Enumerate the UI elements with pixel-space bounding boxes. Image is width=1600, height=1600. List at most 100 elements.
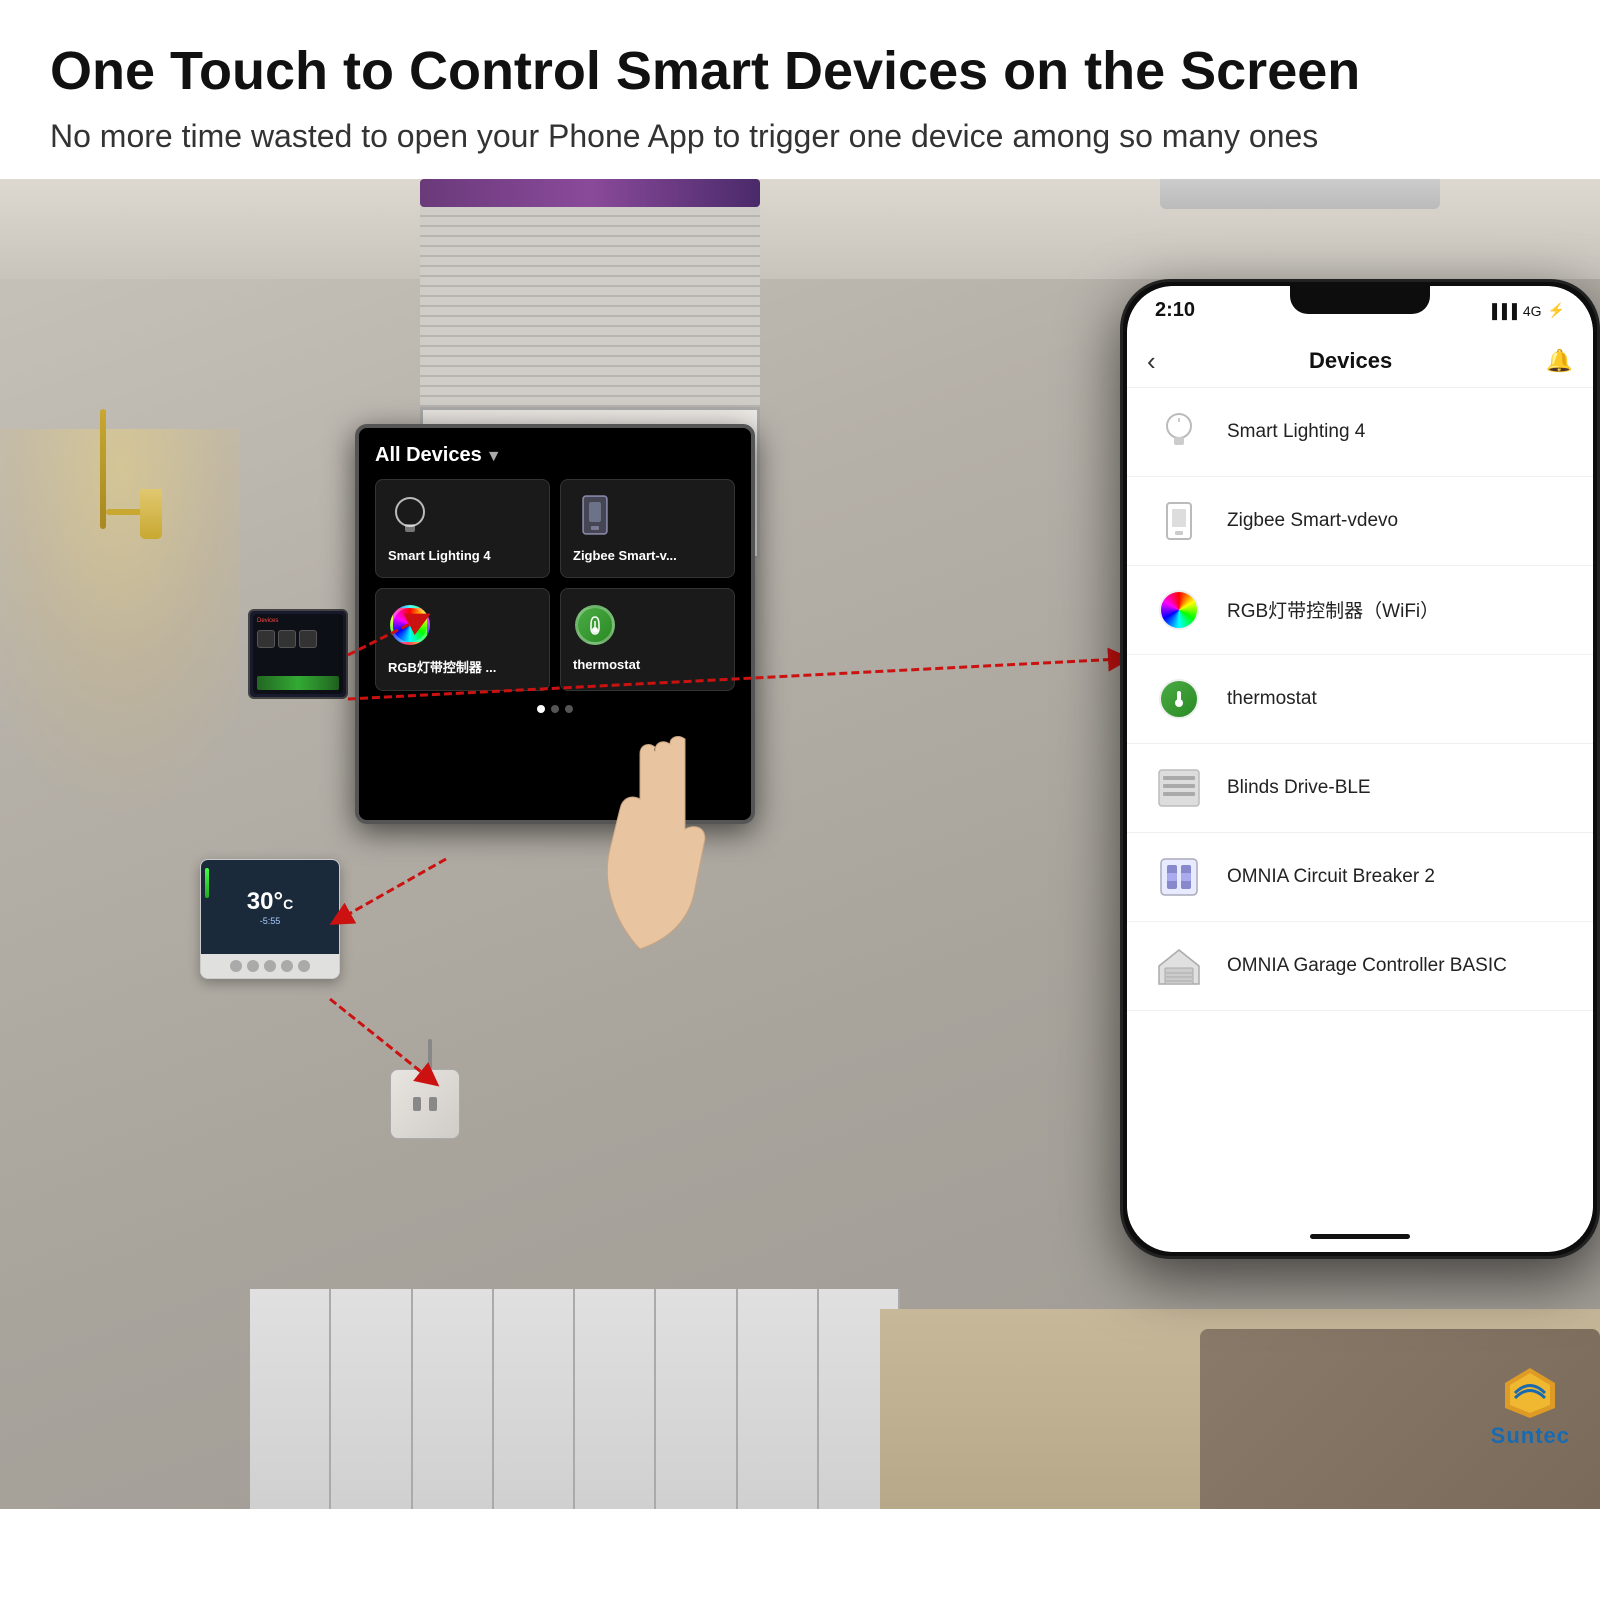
device-icon-zigbee <box>1151 493 1207 549</box>
home-bar-area <box>1127 1222 1593 1252</box>
radiator-fin-6 <box>656 1289 737 1509</box>
panel-grid: Smart Lighting 4 Zigbee Smart-v... <box>375 479 735 691</box>
list-item[interactable]: thermostat <box>1127 655 1593 744</box>
device-icon-breaker <box>1151 849 1207 905</box>
shutter-bar <box>420 179 760 207</box>
plug-body <box>390 1069 460 1139</box>
device-name-zigbee: Zigbee Smart-vdevo <box>1227 510 1398 532</box>
panel-thermo-icon <box>573 603 617 647</box>
thermo-green-bar <box>205 868 209 898</box>
panel-item-zigbee[interactable]: Zigbee Smart-v... <box>560 479 735 578</box>
battery-icon: ⚡ <box>1548 302 1565 319</box>
list-item[interactable]: Blinds Drive-BLE <box>1127 744 1593 833</box>
device-icon-garage <box>1151 938 1207 994</box>
thermostat-buttons <box>230 960 310 972</box>
radiator-fin-1 <box>250 1289 331 1509</box>
shutter-slats <box>420 207 760 407</box>
thermostat-screen: 30°C -5:55 <box>201 860 339 954</box>
panel-zigbee-icon <box>573 494 617 538</box>
device-name-breaker: OMNIA Circuit Breaker 2 <box>1227 866 1435 888</box>
status-time: 2:10 <box>1155 299 1195 322</box>
signal-icon: ▐▐▐ <box>1487 303 1517 319</box>
suntec-icon-svg <box>1495 1363 1565 1423</box>
device-name-thermostat: thermostat <box>1227 688 1317 710</box>
panel-rgb-icon <box>388 603 432 647</box>
status-icons: ▐▐▐ 4G ⚡ <box>1487 302 1565 319</box>
phone-inner: 2:10 ▐▐▐ 4G ⚡ ‹ Devices 🔔 <box>1127 286 1593 1252</box>
panel-zigbee-label: Zigbee Smart-v... <box>573 548 677 563</box>
phone: 2:10 ▐▐▐ 4G ⚡ ‹ Devices 🔔 <box>1120 279 1600 1259</box>
thermo-btn-5[interactable] <box>298 960 310 972</box>
list-item[interactable]: Zigbee Smart-vdevo <box>1127 477 1593 566</box>
device-list: Smart Lighting 4 Zigbee Smart-vdevo <box>1127 388 1593 1222</box>
thermo-btn-1[interactable] <box>230 960 242 972</box>
scene-area: Devices All Devices▼ <box>0 179 1600 1509</box>
device-icon-bulb <box>1151 404 1207 460</box>
small-panel-bar <box>257 676 339 690</box>
list-item[interactable]: Smart Lighting 4 <box>1127 388 1593 477</box>
radiator-fin-5 <box>575 1289 656 1509</box>
page-subtitle: No more time wasted to open your Phone A… <box>50 114 1550 159</box>
rgb-circle-icon <box>390 605 430 645</box>
list-item[interactable]: OMNIA Circuit Breaker 2 <box>1127 833 1593 922</box>
radiator <box>250 1289 900 1509</box>
panel-title: All Devices▼ <box>375 444 735 467</box>
plug-pins <box>413 1097 437 1111</box>
radiator-fin-4 <box>494 1289 575 1509</box>
thermo-btn-3[interactable] <box>264 960 276 972</box>
small-icon-1 <box>257 630 275 648</box>
back-button[interactable]: ‹ <box>1147 346 1156 377</box>
plug-pin-2 <box>429 1097 437 1111</box>
phone-notch <box>1290 286 1430 314</box>
device-icon-thermostat <box>1151 671 1207 727</box>
device-icon-blinds <box>1151 760 1207 816</box>
wall-panel-small[interactable]: Devices <box>248 609 348 699</box>
radiator-fin-3 <box>413 1289 494 1509</box>
network-type: 4G <box>1523 303 1542 319</box>
thermostat-time: -5:55 <box>260 916 281 926</box>
plug-pin-1 <box>413 1097 421 1111</box>
thermo-btn-2[interactable] <box>247 960 259 972</box>
small-panel-label: Devices <box>257 618 278 624</box>
page-title: One Touch to Control Smart Devices on th… <box>50 40 1550 102</box>
device-name-blinds: Blinds Drive-BLE <box>1227 777 1371 799</box>
small-panel-icons <box>257 630 317 648</box>
panel-lighting-icon <box>388 494 432 538</box>
panel-item-rgb[interactable]: RGB灯带控制器 ... <box>375 588 550 691</box>
device-name-garage: OMNIA Garage Controller BASIC <box>1227 955 1507 977</box>
plug-cable <box>428 1039 432 1069</box>
thermo-circle-icon <box>575 605 615 645</box>
device-name-rgb: RGB灯带控制器（WiFi） <box>1227 596 1439 623</box>
radiator-fin-7 <box>738 1289 819 1509</box>
hand-svg <box>540 669 740 949</box>
list-item[interactable]: RGB灯带控制器（WiFi） <box>1127 566 1593 655</box>
rgb-icon <box>1159 590 1199 630</box>
suntec-logo: Suntec <box>1491 1363 1570 1449</box>
thermostat-device[interactable]: 30°C -5:55 <box>200 859 340 979</box>
list-item[interactable]: OMNIA Garage Controller BASIC <box>1127 922 1593 1011</box>
device-icon-rgb <box>1151 582 1207 638</box>
small-icon-2 <box>278 630 296 648</box>
ac-unit <box>1160 179 1440 209</box>
thermo-btn-4[interactable] <box>281 960 293 972</box>
plug-device[interactable] <box>390 1039 470 1129</box>
panel-arrow: ▼ <box>486 448 502 466</box>
sconce-shade <box>140 489 162 539</box>
small-icon-3 <box>299 630 317 648</box>
app-header: ‹ Devices 🔔 <box>1127 336 1593 388</box>
panel-item-lighting[interactable]: Smart Lighting 4 <box>375 479 550 578</box>
thermostat-temp: 30°C <box>247 888 293 916</box>
radiator-fin-2 <box>331 1289 412 1509</box>
radiator-fins <box>250 1289 900 1509</box>
panel-rgb-label: RGB灯带控制器 ... <box>388 657 496 676</box>
hand-area <box>540 669 740 949</box>
app-title: Devices <box>1309 348 1392 374</box>
notification-icon[interactable]: 🔔 <box>1546 348 1573 374</box>
small-screen: Devices <box>253 614 343 694</box>
header-section: One Touch to Control Smart Devices on th… <box>0 0 1600 179</box>
thermo-icon <box>1159 679 1199 719</box>
suntec-label: Suntec <box>1491 1423 1570 1449</box>
panel-lighting-label: Smart Lighting 4 <box>388 548 491 563</box>
phone-screen: 2:10 ▐▐▐ 4G ⚡ ‹ Devices 🔔 <box>1127 286 1593 1252</box>
light-glow <box>0 429 240 829</box>
